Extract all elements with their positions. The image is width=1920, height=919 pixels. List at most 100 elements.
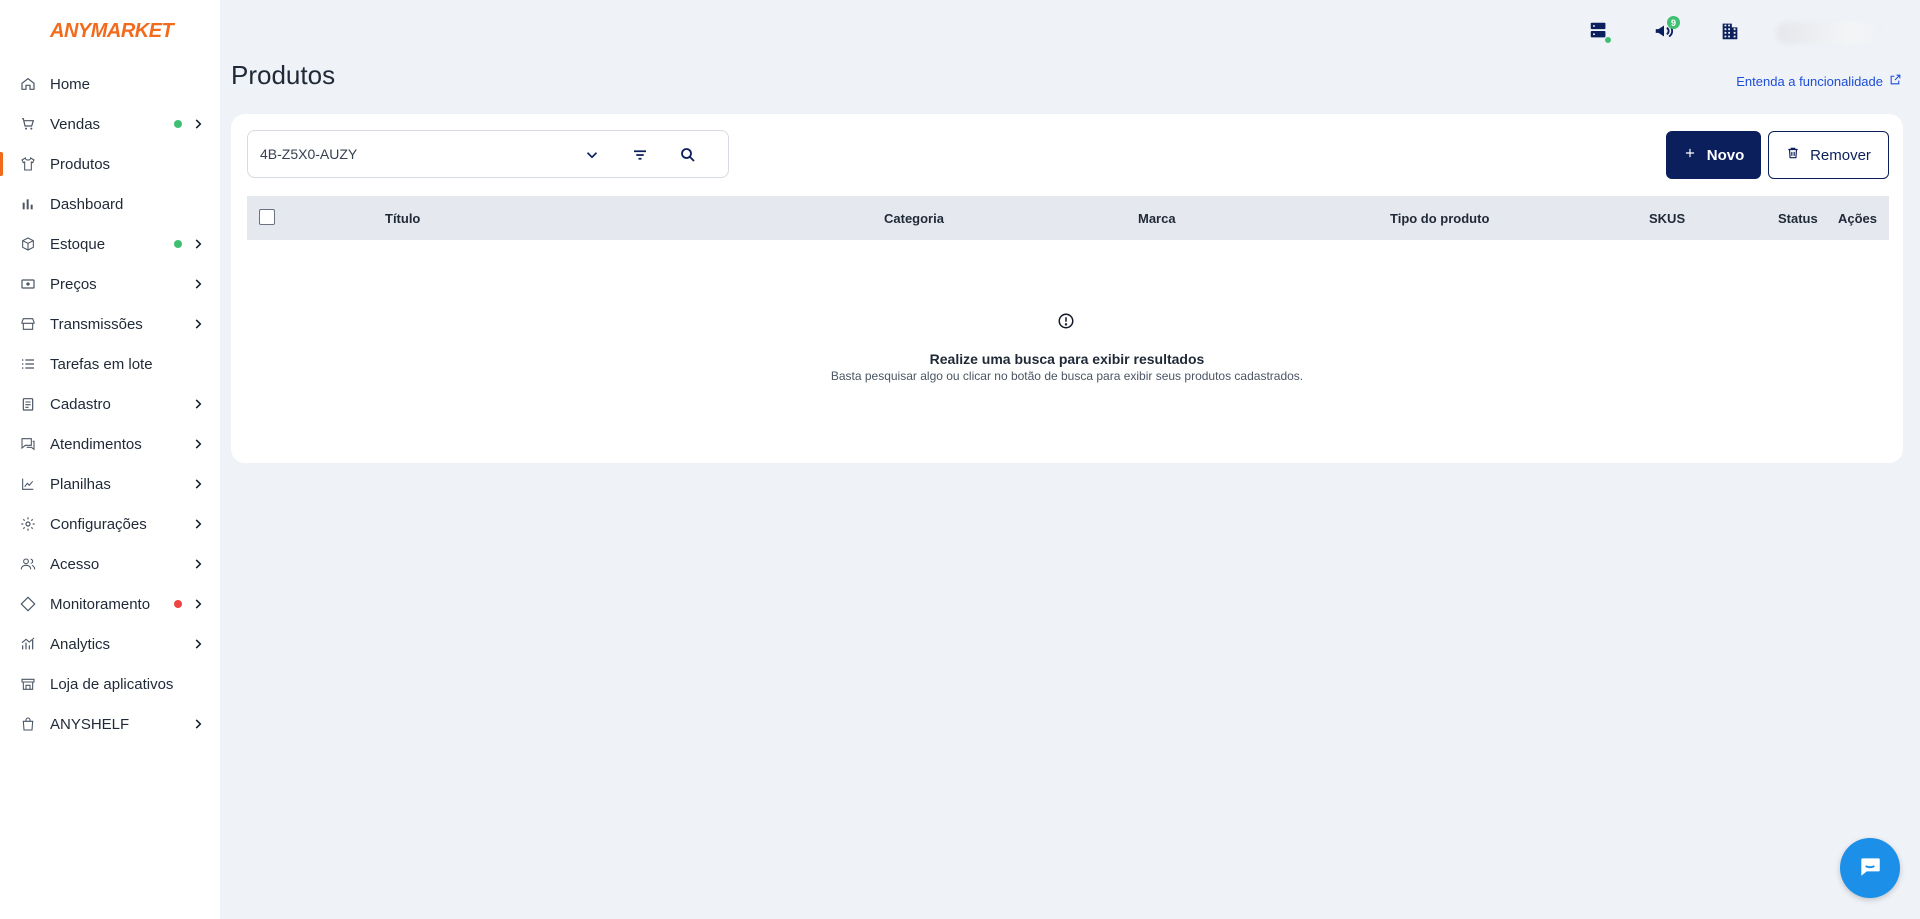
sidebar-item-estoque[interactable]: Estoque <box>0 224 220 264</box>
chat-icon <box>20 436 36 452</box>
filter-icon[interactable] <box>628 143 652 167</box>
help-link-label: Entenda a funcionalidade <box>1736 73 1883 89</box>
sidebar-item-label: Monitoramento <box>50 595 151 613</box>
chevron-right-icon[interactable] <box>191 596 205 612</box>
sidebar-item-label: Atendimentos <box>50 435 142 453</box>
sidebar-item-analytics[interactable]: Analytics <box>0 624 220 664</box>
sidebar-item-monitoramento[interactable]: Monitoramento <box>0 584 220 624</box>
chevron-right-icon[interactable] <box>191 116 205 132</box>
remove-button[interactable]: Remover <box>1768 131 1889 179</box>
sidebar-item-label: Home <box>50 75 91 93</box>
user-avatar[interactable] <box>1776 22 1880 44</box>
status-dot <box>174 600 182 608</box>
sidebar-item-tarefas-em-lote[interactable]: Tarefas em lote <box>0 344 220 384</box>
sidebar-item-loja-de-aplicativos[interactable]: Loja de aplicativos <box>0 664 220 704</box>
sidebar-item-anyshelf[interactable]: ANYSHELF <box>0 704 220 744</box>
sidebar-item-transmissoes[interactable]: Transmissões <box>0 304 220 344</box>
sidebar-item-label: Vendas <box>50 115 101 133</box>
chevron-right-icon[interactable] <box>191 476 205 492</box>
chevron-right-icon[interactable] <box>191 516 205 532</box>
bar-chart-icon <box>20 196 36 212</box>
home-icon <box>20 76 36 92</box>
help-link[interactable]: Entenda a funcionalidade <box>1736 73 1902 89</box>
chevron-right-icon[interactable] <box>191 236 205 252</box>
search-box[interactable]: 4B-Z5X0-AUZY <box>247 130 729 178</box>
chevron-right-icon[interactable] <box>191 636 205 652</box>
search-input[interactable]: 4B-Z5X0-AUZY <box>260 146 357 162</box>
store-icon <box>20 316 36 332</box>
sidebar-item-label: Estoque <box>50 235 106 253</box>
chevron-right-icon[interactable] <box>191 396 205 412</box>
list-icon <box>20 356 36 372</box>
sidebar-item-label: Dashboard <box>50 195 124 213</box>
products-card: 4B-Z5X0-AUZY Novo Remover Título Categor… <box>231 114 1903 463</box>
sidebar-item-label: Analytics <box>50 635 111 653</box>
diamond-icon <box>20 596 36 612</box>
anymarket-logo[interactable]: ANYMARKET <box>50 20 174 43</box>
plus-icon <box>1683 146 1697 164</box>
sidebar-item-planilhas[interactable]: Planilhas <box>0 464 220 504</box>
column-header-tipo-produto[interactable]: Tipo do produto <box>1390 211 1489 226</box>
new-product-button[interactable]: Novo <box>1666 131 1761 179</box>
sidebar-item-label: Preços <box>50 275 97 293</box>
select-all-checkbox[interactable] <box>259 209 275 225</box>
box-icon <box>20 236 36 252</box>
sidebar-item-label: Loja de aplicativos <box>50 675 174 693</box>
sidebar-item-label: Transmissões <box>50 315 143 333</box>
chevron-right-icon[interactable] <box>191 716 205 732</box>
sidebar-item-dashboard[interactable]: Dashboard <box>0 184 220 224</box>
server-status-icon[interactable] <box>1588 20 1612 44</box>
shirt-icon <box>20 156 36 172</box>
users-icon <box>20 556 36 572</box>
status-dot <box>174 240 182 248</box>
table-header: Título Categoria Marca Tipo do produto S… <box>247 196 1889 240</box>
sidebar: ANYMARKET Home Vendas Produtos Dashboard Est… <box>0 0 220 919</box>
column-header-marca[interactable]: Marca <box>1138 211 1176 226</box>
chevron-right-icon[interactable] <box>191 556 205 572</box>
column-header-acoes: Ações <box>1838 211 1878 226</box>
search-icon[interactable] <box>676 143 700 167</box>
trash-icon <box>1786 146 1800 164</box>
sidebar-item-label: Cadastro <box>50 395 111 413</box>
sidebar-item-configuracoes[interactable]: Configurações <box>0 504 220 544</box>
megaphone-icon[interactable]: 9 <box>1653 16 1680 44</box>
chevron-right-icon[interactable] <box>191 436 205 452</box>
chevron-down-icon[interactable] <box>580 143 604 167</box>
sidebar-item-vendas[interactable]: Vendas <box>0 104 220 144</box>
new-product-label: Novo <box>1706 146 1745 164</box>
spreadsheet-icon <box>20 476 36 492</box>
external-link-icon <box>1889 73 1902 89</box>
sidebar-item-produtos[interactable]: Produtos <box>0 144 220 184</box>
sidebar-item-label: Tarefas em lote <box>50 355 153 373</box>
sidebar-item-acesso[interactable]: Acesso <box>0 544 220 584</box>
sidebar-item-home[interactable]: Home <box>0 64 220 104</box>
remove-label: Remover <box>1810 146 1871 164</box>
money-icon <box>20 276 36 292</box>
analytics-icon <box>20 636 36 652</box>
alert-circle-icon <box>1057 312 1075 330</box>
sidebar-item-precos[interactable]: Preços <box>0 264 220 304</box>
cart-icon <box>20 116 36 132</box>
empty-state-subtitle: Basta pesquisar algo ou clicar no botão … <box>830 369 1304 383</box>
building-icon[interactable] <box>1719 20 1743 44</box>
status-indicator <box>1604 36 1612 44</box>
clipboard-icon <box>20 396 36 412</box>
chat-support-button[interactable] <box>1840 838 1900 898</box>
sidebar-item-cadastro[interactable]: Cadastro <box>0 384 220 424</box>
chat-bubble-icon <box>1857 853 1883 884</box>
empty-state-title: Realize uma busca para exibir resultados <box>929 351 1205 367</box>
column-header-status[interactable]: Status <box>1778 211 1818 226</box>
notification-badge: 9 <box>1667 16 1680 29</box>
sidebar-item-label: Produtos <box>50 155 111 173</box>
column-header-categoria[interactable]: Categoria <box>884 211 944 226</box>
chevron-right-icon[interactable] <box>191 276 205 292</box>
sidebar-item-label: Acesso <box>50 555 100 573</box>
page-title: Produtos <box>231 60 336 90</box>
chevron-right-icon[interactable] <box>191 316 205 332</box>
column-header-skus[interactable]: SKUS <box>1649 211 1685 226</box>
storefront-icon <box>20 676 36 692</box>
bag-icon <box>20 716 36 732</box>
sidebar-item-atendimentos[interactable]: Atendimentos <box>0 424 220 464</box>
column-header-titulo[interactable]: Título <box>385 211 420 226</box>
sidebar-nav: Home Vendas Produtos Dashboard Estoque Preços… <box>0 64 220 744</box>
